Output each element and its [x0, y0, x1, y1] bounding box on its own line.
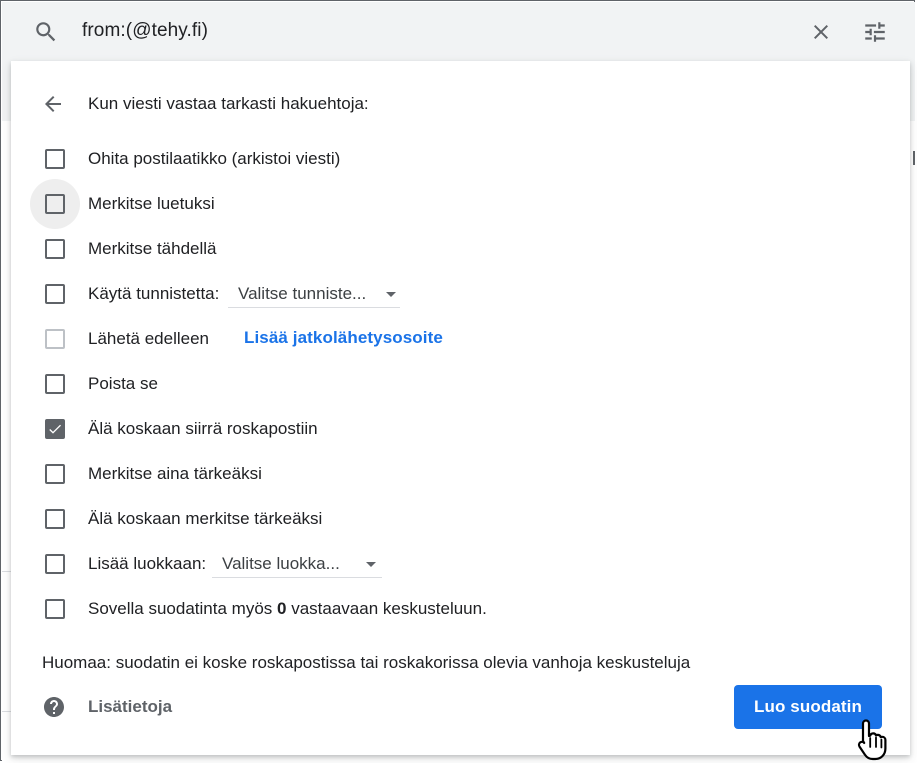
option-label: Älä koskaan siirrä roskapostiin: [88, 419, 318, 438]
category-select-value: Valitse luokka...: [222, 554, 340, 573]
checkbox-ripple: [30, 224, 80, 274]
delete-checkbox[interactable]: [45, 374, 65, 394]
checkbox-ripple: [30, 494, 80, 544]
background-edge-mark: [913, 151, 915, 165]
option-label-prefix: Sovella suodatinta myös: [88, 599, 277, 618]
skip-inbox-checkbox[interactable]: [45, 149, 65, 169]
search-input[interactable]: from:(@tehy.fi): [82, 20, 208, 42]
option-label: Lähetä edelleen: [88, 329, 210, 348]
never-spam-checkbox[interactable]: [45, 419, 65, 439]
option-mark-read[interactable]: Merkitse luetuksi: [11, 179, 910, 229]
filter-actions-dialog: Kun viesti vastaa tarkasti hakuehtoja: O…: [11, 61, 910, 755]
option-label: Poista se: [88, 374, 158, 393]
label-select-value: Valitse tunniste...: [238, 284, 367, 303]
never-important-checkbox[interactable]: [45, 509, 65, 529]
option-star[interactable]: Merkitse tähdellä: [11, 229, 910, 269]
window-frame: from:(@tehy.fi) Kun viesti vastaa tarkas…: [0, 0, 915, 761]
checkbox-ripple: [30, 269, 80, 319]
forward-checkbox: [45, 329, 65, 349]
option-never-important[interactable]: Älä koskaan merkitse tärkeäksi: [11, 499, 910, 539]
checkbox-ripple: [30, 404, 80, 454]
option-skip-inbox[interactable]: Ohita postilaatikko (arkistoi viesti): [11, 139, 910, 179]
always-important-checkbox[interactable]: [45, 464, 65, 484]
checkbox-ripple: [30, 179, 80, 229]
option-label: Merkitse aina tärkeäksi: [88, 464, 262, 483]
option-label-suffix: vastaavaan keskusteluun.: [286, 599, 487, 618]
tune-icon[interactable]: [862, 19, 888, 45]
option-label: Merkitse tähdellä: [88, 239, 217, 258]
background-divider: [2, 711, 11, 712]
dropdown-arrow-icon: [366, 562, 376, 567]
checkbox-ripple: [30, 359, 80, 409]
help-icon: [44, 697, 64, 717]
arrow-back-icon[interactable]: [41, 92, 65, 116]
checkbox-ripple: [30, 449, 80, 499]
option-forward: Lähetä edelleen Lisää jatkolähetysosoite: [11, 319, 910, 359]
close-icon[interactable]: [809, 20, 833, 44]
checkbox-ripple: [30, 134, 80, 184]
filter-note: Huomaa: suodatin ei koske roskapostissa …: [42, 653, 691, 672]
option-label: Käytä tunnistetta:: [88, 284, 220, 303]
dialog-title: Kun viesti vastaa tarkasti hakuehtoja:: [88, 94, 369, 113]
checkbox-ripple: [30, 584, 80, 634]
star-checkbox[interactable]: [45, 239, 65, 259]
option-label: Ohita postilaatikko (arkistoi viesti): [88, 149, 341, 168]
dropdown-arrow-icon: [386, 292, 396, 297]
option-delete[interactable]: Poista se: [11, 364, 910, 404]
option-label: Sovella suodatinta myös 0 vastaavaan kes…: [88, 599, 487, 619]
search-icon[interactable]: [33, 19, 59, 45]
option-label: Lisää luokkaan:: [88, 554, 207, 573]
option-never-spam[interactable]: Älä koskaan siirrä roskapostiin: [11, 409, 910, 449]
add-forwarding-address-link[interactable]: Lisää jatkolähetysosoite: [244, 328, 443, 348]
option-label: Merkitse luetuksi: [88, 194, 215, 213]
option-label: Älä koskaan merkitse tärkeäksi: [88, 509, 323, 528]
apply-label-checkbox[interactable]: [45, 284, 65, 304]
categorize-checkbox[interactable]: [45, 554, 65, 574]
hand-cursor-icon: [857, 719, 887, 761]
apply-existing-checkbox[interactable]: [45, 599, 65, 619]
category-select[interactable]: Valitse luokka...: [212, 549, 382, 578]
option-apply-label[interactable]: Käytä tunnistetta: Valitse tunniste...: [11, 274, 910, 314]
label-select[interactable]: Valitse tunniste...: [228, 279, 400, 308]
mark-read-checkbox[interactable]: [45, 194, 65, 214]
option-apply-existing[interactable]: Sovella suodatinta myös 0 vastaavaan kes…: [11, 589, 910, 629]
learn-more-link[interactable]: Lisätietoja: [88, 697, 172, 717]
background-divider: [2, 571, 11, 572]
option-always-important[interactable]: Merkitse aina tärkeäksi: [11, 454, 910, 494]
check-icon: [49, 424, 61, 434]
search-bar[interactable]: from:(@tehy.fi): [11, 3, 910, 61]
checkbox-ripple: [30, 314, 80, 364]
option-categorize[interactable]: Lisää luokkaan: Valitse luokka...: [11, 544, 910, 584]
checkbox-ripple: [30, 539, 80, 589]
